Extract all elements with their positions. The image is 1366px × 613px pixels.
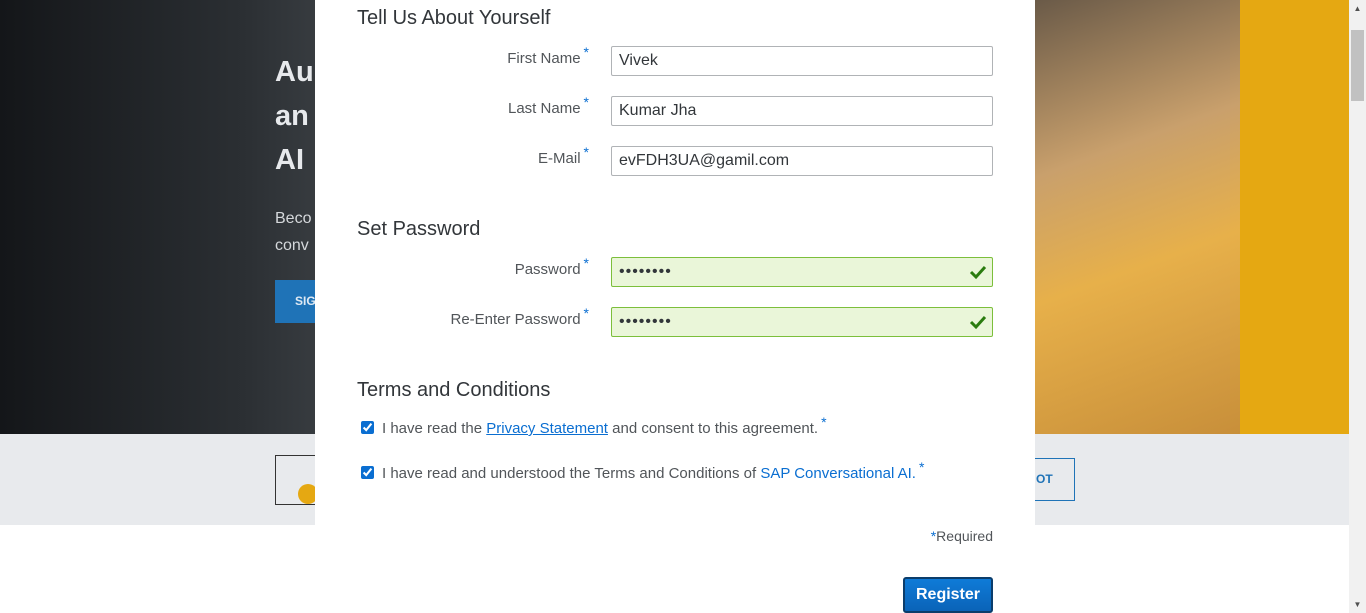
reenter-password-label-text: Re-Enter Password (450, 311, 581, 328)
privacy-statement-link[interactable]: Privacy Statement (486, 420, 608, 437)
password-label-text: Password (514, 261, 581, 278)
privacy-consent-text: I have read the Privacy Statement and co… (382, 414, 827, 437)
required-asterisk: * (583, 44, 589, 60)
privacy-suffix: and consent to this agreement. (607, 420, 819, 437)
reenter-password-label: Re-Enter Password * (357, 305, 589, 328)
required-asterisk: * (583, 305, 589, 321)
last-name-label: Last Name * (357, 94, 589, 117)
terms-consent-text: I have read and understood the Terms and… (382, 459, 924, 482)
reenter-password-field (611, 307, 993, 337)
register-button[interactable]: Register (903, 577, 993, 613)
first-name-label: First Name * (357, 44, 589, 67)
scroll-up-arrow-icon[interactable]: ▲ (1349, 0, 1366, 17)
email-label-text: E-Mail (538, 150, 581, 167)
hero-headline: Au an AI (275, 56, 314, 176)
scroll-thumb[interactable] (1351, 30, 1364, 101)
strip-button[interactable]: OT (1035, 458, 1075, 501)
required-asterisk: * (583, 144, 589, 160)
privacy-prefix: I have read the (382, 420, 487, 437)
last-name-input[interactable] (611, 96, 993, 126)
terms-link[interactable]: SAP Conversational AI. (760, 465, 916, 482)
privacy-checkbox[interactable] (361, 421, 374, 434)
required-note-text: Required (936, 528, 993, 544)
section-title-password: Set Password (357, 218, 481, 240)
hero-yellow-panel (1240, 0, 1349, 434)
hero-subtext: Beco conv (275, 210, 312, 254)
reenter-password-input[interactable] (611, 307, 993, 337)
hero-photo (1035, 0, 1240, 434)
required-asterisk: * (821, 414, 827, 430)
email-label: E-Mail * (357, 144, 589, 167)
required-asterisk: * (583, 255, 589, 271)
first-name-input[interactable] (611, 46, 993, 76)
password-field (611, 257, 993, 287)
check-icon (969, 265, 987, 280)
scroll-down-arrow-icon[interactable]: ▼ (1349, 596, 1366, 613)
password-input[interactable] (611, 257, 993, 287)
registration-modal: Tell Us About Yourself First Name* Last … (315, 0, 1035, 613)
last-name-label-text: Last Name (508, 100, 581, 117)
password-label: Password * (357, 255, 589, 278)
first-name-label-text: First Name (507, 50, 581, 67)
section-title-about: Tell Us About Yourself (357, 7, 551, 29)
required-note: *Required (931, 528, 993, 544)
required-asterisk: * (918, 459, 925, 475)
terms-prefix: I have read and understood the Terms and… (382, 465, 761, 482)
email-input[interactable] (611, 146, 993, 176)
check-icon (969, 315, 987, 330)
required-asterisk: * (583, 94, 589, 110)
section-title-terms: Terms and Conditions (357, 379, 551, 401)
terms-checkbox[interactable] (361, 466, 374, 479)
page-scrollbar[interactable]: ▲ ▼ (1349, 0, 1366, 613)
